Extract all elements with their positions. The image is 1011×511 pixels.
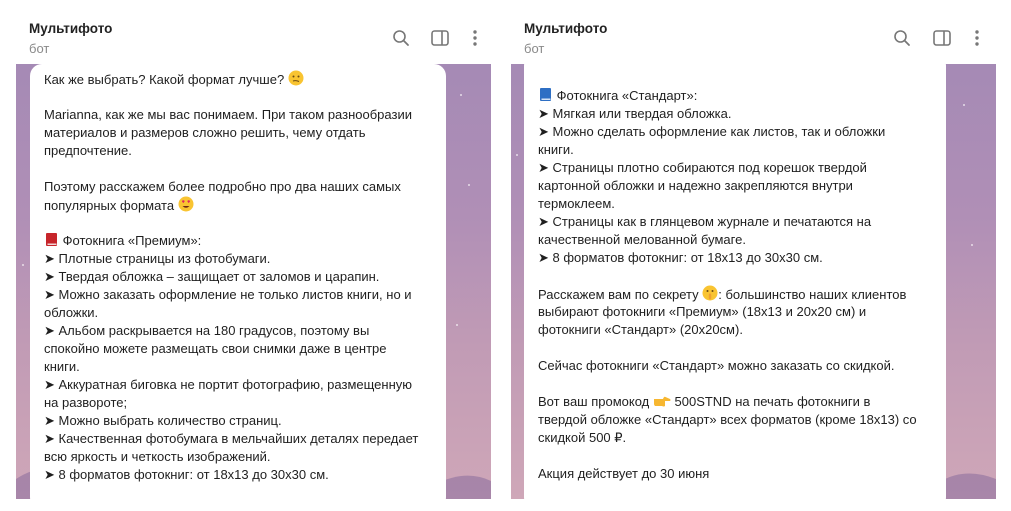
thinking-emoji <box>288 70 304 91</box>
message-line: ➤ Альбом раскрывается на 180 градусов, п… <box>44 323 370 338</box>
chat-panel-right: Мультифото бот Фотокнига «Стандарт»: ➤ М… <box>511 14 996 499</box>
message-line: популярных формата <box>44 198 175 213</box>
message-line: ➤ Можно заказать оформление не только ли… <box>44 287 412 302</box>
chat-header: Мультифото бот <box>16 14 491 64</box>
red-book-emoji <box>44 232 59 252</box>
message-line: книги. <box>538 142 574 157</box>
message-line: материалов и размеров сложно решить, чем… <box>44 125 366 140</box>
message-line: обложки. <box>44 305 99 320</box>
message-line: : большинство наших клиентов <box>718 287 907 302</box>
chat-panel-left: Мультифото бот Как же выбрать? Какой фор… <box>16 14 491 499</box>
message-line: Вот ваш промокод <box>538 394 650 409</box>
search-icon[interactable] <box>890 26 914 50</box>
message-line: качественной мелованной бумаге. <box>538 232 746 247</box>
more-vertical-icon[interactable] <box>965 26 989 50</box>
message-line: Расскажем вам по секрету <box>538 287 699 302</box>
message-line: ➤ Плотные страницы из фотобумаги. <box>44 251 271 266</box>
chat-status: бот <box>524 41 545 56</box>
message-line: предпочтение. <box>44 143 132 158</box>
message-line: термоклеем. <box>538 196 615 211</box>
chat-title[interactable]: Мультифото <box>29 21 112 36</box>
more-vertical-icon[interactable] <box>463 26 487 50</box>
message-line: спокойно можете размещать свои снимки да… <box>44 341 387 356</box>
message-line: ➤ Можно сделать оформление как листов, т… <box>538 124 886 139</box>
message-line: ➤ 8 форматов фотокниг: от 18х13 до 30х30… <box>538 250 823 265</box>
message-line: ➤ Можно выбрать количество страниц. <box>44 413 282 428</box>
message-line: Marianna, как же мы вас понимаем. При та… <box>44 107 412 122</box>
message-line: книги. <box>44 359 80 374</box>
chat-header: Мультифото бот <box>511 14 996 64</box>
message-line: Сейчас фотокниги «Стандарт» можно заказа… <box>538 358 895 373</box>
message-line: ➤ Качественная фотобумага в мельчайших д… <box>44 431 419 446</box>
message-line: ➤ Аккуратная биговка не портит фотографи… <box>44 377 413 392</box>
message-line: Фотокнига «Стандарт»: <box>556 88 698 103</box>
sidebar-toggle-icon[interactable] <box>930 26 954 50</box>
message-line: картонной обложки и надежно закрепляются… <box>538 178 853 193</box>
chat-background: Фотокнига «Стандарт»: ➤ Мягкая или тверд… <box>511 64 996 499</box>
message-bubble: Как же выбрать? Какой формат лучше? Mari… <box>30 64 446 499</box>
blue-book-emoji <box>538 87 553 107</box>
message-line: твердой обложке «Стандарт» всех форматов… <box>538 412 917 427</box>
message-line: всю яркость и четкость изображений. <box>44 449 271 464</box>
message-bubble: Фотокнига «Стандарт»: ➤ Мягкая или тверд… <box>524 64 946 499</box>
message-line: Акция действует до 30 июня <box>538 466 710 481</box>
message-line: ➤ 8 форматов фотокниг: от 18х13 до 30х30… <box>44 467 329 482</box>
message-line: Поэтому расскажем более подробно про два… <box>44 179 401 194</box>
message-line: фотокниги «Стандарт» (20х20см). <box>538 322 743 337</box>
chat-background: Как же выбрать? Какой формат лучше? Mari… <box>16 64 491 499</box>
message-line: скидкой 500 ₽. <box>538 430 627 445</box>
message-line: Фотокнига «Премиум»: <box>62 233 202 248</box>
sidebar-toggle-icon[interactable] <box>428 26 452 50</box>
chat-status: бот <box>29 41 50 56</box>
message-line: выбирают фотокниги «Премиум» (18х13 и 20… <box>538 304 867 319</box>
heart-eyes-emoji <box>178 196 194 217</box>
message-line: ➤ Мягкая или твердая обложка. <box>538 106 732 121</box>
message-line: на развороте; <box>44 395 128 410</box>
chat-title[interactable]: Мультифото <box>524 21 607 36</box>
search-icon[interactable] <box>389 26 413 50</box>
message-line: Как же выбрать? Какой формат лучше? <box>44 72 285 87</box>
message-line: ➤ Страницы плотно собираются под корешок… <box>538 160 867 175</box>
promo-code-text: 500STND на печать фотокниги в <box>674 394 871 409</box>
message-line: ➤ Страницы как в глянцевом журнале и печ… <box>538 214 872 229</box>
message-line: ➤ Твердая обложка – защищает от заломов … <box>44 269 380 284</box>
